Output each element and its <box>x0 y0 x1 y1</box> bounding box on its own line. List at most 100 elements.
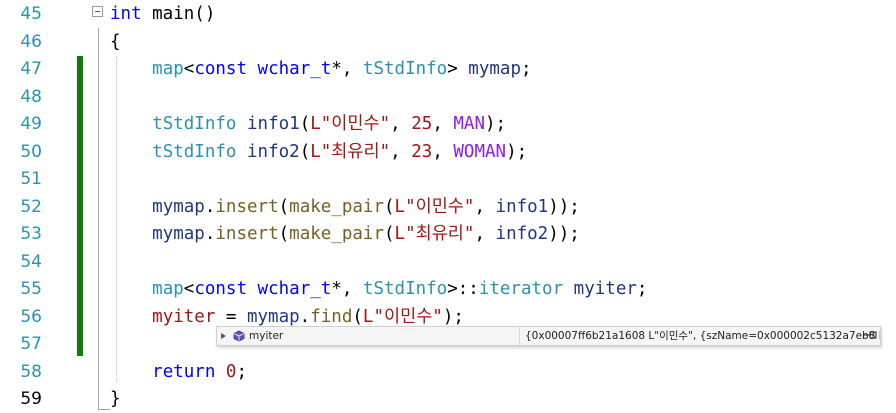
code-token: tStdInfo <box>362 59 448 79</box>
code-token: tStdInfo <box>362 279 448 299</box>
code-token: MAN <box>453 114 485 134</box>
code-token: ( <box>278 196 290 217</box>
code-text[interactable]: tStdInfo info2(L"최유리", 23, WOMAN); <box>110 138 527 166</box>
code-token: WOMAN <box>453 141 507 162</box>
line-number: 57 <box>20 334 42 354</box>
code-token: 23 <box>411 141 433 162</box>
code-token: 25 <box>411 114 433 134</box>
code-token: , <box>390 141 412 162</box>
code-token: , <box>474 196 496 217</box>
code-line[interactable]: 51 <box>0 165 896 193</box>
code-text[interactable]: mymap.insert(make_pair(L"이민수", info1)); <box>110 193 580 221</box>
code-token: ); <box>485 114 507 134</box>
code-token: make_pair <box>289 196 384 217</box>
code-token: find <box>310 306 353 327</box>
code-token: L"최유리" <box>394 224 475 244</box>
code-text[interactable]: map<const wchar_t*, tStdInfo>::iterator … <box>110 275 647 303</box>
code-token: L"최유리" <box>310 141 391 162</box>
code-line[interactable]: 45 int main() <box>0 0 896 28</box>
code-token: ; <box>236 361 248 382</box>
code-token: make_pair <box>289 224 384 244</box>
code-token: info1 <box>495 196 549 217</box>
code-token: const <box>194 279 247 299</box>
code-token: tStdInfo <box>152 141 237 162</box>
code-editor[interactable]: 45 int main() 46{47 map<const wchar_t*, tS… <box>0 0 896 413</box>
code-token: ); <box>442 306 464 327</box>
code-line[interactable]: 47 map<const wchar_t*, tStdInfo> mymap; <box>0 55 896 83</box>
code-text[interactable]: int main() <box>110 0 215 28</box>
code-token: iterator <box>478 279 564 299</box>
code-token: int <box>110 4 142 24</box>
code-token: ; <box>636 279 648 299</box>
expand-triangle-icon[interactable] <box>221 333 226 339</box>
line-number: 58 <box>20 361 42 382</box>
code-token: ( <box>299 114 311 134</box>
code-token: const <box>194 59 247 79</box>
watch-object-icon <box>233 330 245 342</box>
code-token: insert <box>215 224 279 244</box>
datatip-value[interactable]: {0x00007ff6b21a1608 L"이민수", {szName=0x00… <box>525 330 880 343</box>
code-token: . <box>204 196 216 217</box>
code-line[interactable]: 55 map<const wchar_t*, tStdInfo>::iterat… <box>0 275 896 303</box>
code-token: insert <box>215 196 279 217</box>
code-line[interactable]: 52 mymap.insert(make_pair(L"이민수", info1)… <box>0 193 896 221</box>
line-number: 59 <box>20 389 42 409</box>
line-number: 52 <box>20 196 42 217</box>
line-number: 48 <box>20 86 42 107</box>
datatip-separator <box>519 327 520 345</box>
code-line[interactable]: 54 <box>0 248 896 276</box>
code-token: info2 <box>247 141 300 162</box>
code-text[interactable]: tStdInfo info1(L"이민수", 25, MAN); <box>110 110 506 138</box>
code-token: mymap <box>246 306 300 327</box>
code-token: , <box>432 141 454 162</box>
code-token: . <box>204 224 216 244</box>
code-line[interactable]: 50 tStdInfo info2(L"최유리", 23, WOMAN); <box>0 138 896 166</box>
line-number: 45 <box>20 4 42 24</box>
code-token: . <box>299 306 311 327</box>
code-text[interactable]: return 0; <box>110 358 247 386</box>
code-token: , <box>390 114 412 134</box>
code-token: info1 <box>247 114 300 134</box>
code-line[interactable]: 53 mymap.insert(make_pair(L"최유리", info2)… <box>0 220 896 248</box>
code-token: map <box>152 59 184 79</box>
code-token: )); <box>548 196 580 217</box>
debugger-datatip[interactable]: myiter {0x00007ff6b21a1608 L"이민수", {szNa… <box>216 326 881 346</box>
code-token: L"이민수" <box>362 306 443 327</box>
code-token: >:: <box>447 279 479 299</box>
code-token: ; <box>520 59 532 79</box>
code-line[interactable]: 46 { <box>0 28 896 56</box>
code-line[interactable]: 59} <box>0 385 896 413</box>
code-line[interactable]: 48 <box>0 83 896 111</box>
code-text[interactable]: } <box>110 385 121 413</box>
code-text[interactable]: mymap.insert(make_pair(L"최유리", info2)); <box>110 220 580 248</box>
code-token: , <box>474 224 496 244</box>
code-text[interactable]: map<const wchar_t*, tStdInfo> mymap; <box>110 55 532 83</box>
code-line[interactable]: 49 tStdInfo info1(L"이민수", 25, MAN); <box>0 110 896 138</box>
code-text[interactable]: { <box>110 28 121 56</box>
code-token: < <box>183 59 195 79</box>
code-token: )); <box>548 224 580 244</box>
code-token: ( <box>383 224 395 244</box>
line-number: 47 <box>20 59 42 79</box>
line-number: 56 <box>20 306 42 327</box>
code-token: *, <box>331 279 363 299</box>
code-token: ( <box>299 141 311 162</box>
pin-icon[interactable] <box>863 330 877 342</box>
code-token: ( <box>383 196 395 217</box>
code-token: wchar_t <box>257 279 332 299</box>
code-token: , <box>432 114 454 134</box>
code-line[interactable]: 58 return 0; <box>0 358 896 386</box>
code-token: wchar_t <box>257 59 332 79</box>
code-token: } <box>110 389 121 409</box>
line-number: 51 <box>20 169 42 189</box>
line-number: 53 <box>20 224 42 244</box>
